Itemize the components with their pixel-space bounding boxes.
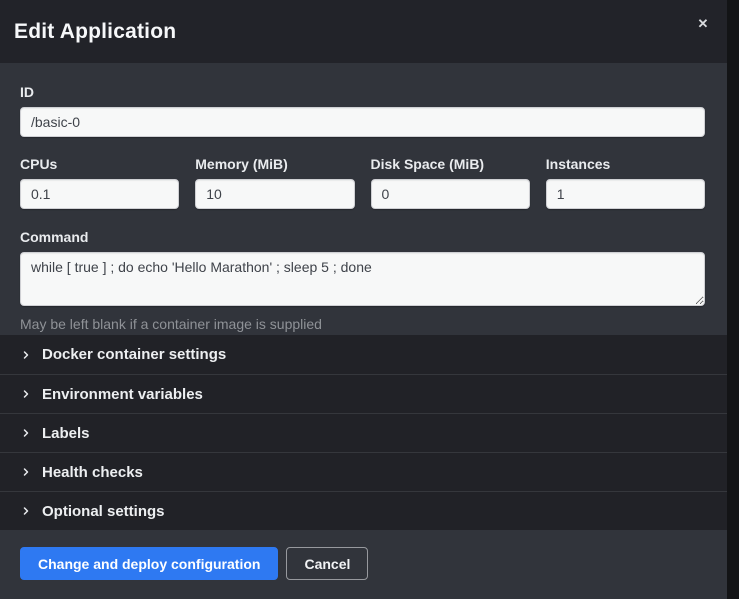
resources-row: CPUs Memory (MiB) Disk Space (MiB) Insta… — [20, 156, 705, 209]
section-label: Labels — [42, 425, 90, 442]
close-icon[interactable]: ✕ — [693, 14, 713, 34]
section-docker-container-settings[interactable]: Docker container settings — [0, 335, 727, 374]
section-health-checks[interactable]: Health checks — [0, 452, 727, 491]
disk-field-group: Disk Space (MiB) — [371, 156, 530, 209]
cpus-label: CPUs — [20, 156, 179, 172]
section-label: Environment variables — [42, 386, 203, 403]
chevron-right-icon — [20, 427, 32, 439]
accordion-sections: Docker container settings Environment va… — [0, 335, 727, 530]
instances-field-group: Instances — [546, 156, 705, 209]
chevron-right-icon — [20, 349, 32, 361]
cancel-button[interactable]: Cancel — [286, 547, 368, 580]
section-label: Health checks — [42, 464, 143, 481]
modal-header: Edit Application ✕ — [0, 0, 727, 63]
chevron-right-icon — [20, 505, 32, 517]
memory-label: Memory (MiB) — [195, 156, 354, 172]
section-label: Optional settings — [42, 503, 165, 520]
cpus-input[interactable] — [20, 179, 179, 209]
section-labels[interactable]: Labels — [0, 413, 727, 452]
application-form: ID CPUs Memory (MiB) Disk Space (MiB) In… — [0, 63, 727, 335]
page-title: Edit Application — [14, 20, 176, 44]
edit-application-modal: Edit Application ✕ ID CPUs Memory (MiB) … — [0, 0, 727, 599]
chevron-right-icon — [20, 466, 32, 478]
change-and-deploy-button[interactable]: Change and deploy configuration — [20, 547, 278, 580]
instances-label: Instances — [546, 156, 705, 172]
instances-input[interactable] — [546, 179, 705, 209]
chevron-right-icon — [20, 388, 32, 400]
cpus-field-group: CPUs — [20, 156, 179, 209]
id-input[interactable] — [20, 107, 705, 137]
memory-input[interactable] — [195, 179, 354, 209]
command-label: Command — [20, 229, 705, 245]
modal-footer: Change and deploy configuration Cancel — [0, 530, 727, 599]
id-field-group: ID — [20, 84, 705, 137]
command-textarea[interactable]: while [ true ] ; do echo 'Hello Marathon… — [20, 252, 705, 306]
disk-input[interactable] — [371, 179, 530, 209]
id-label: ID — [20, 84, 705, 100]
section-environment-variables[interactable]: Environment variables — [0, 374, 727, 413]
section-label: Docker container settings — [42, 346, 226, 363]
section-optional-settings[interactable]: Optional settings — [0, 491, 727, 530]
memory-field-group: Memory (MiB) — [195, 156, 354, 209]
command-help-text: May be left blank if a container image i… — [20, 316, 705, 332]
command-field-group: Command while [ true ] ; do echo 'Hello … — [20, 229, 705, 332]
disk-label: Disk Space (MiB) — [371, 156, 530, 172]
